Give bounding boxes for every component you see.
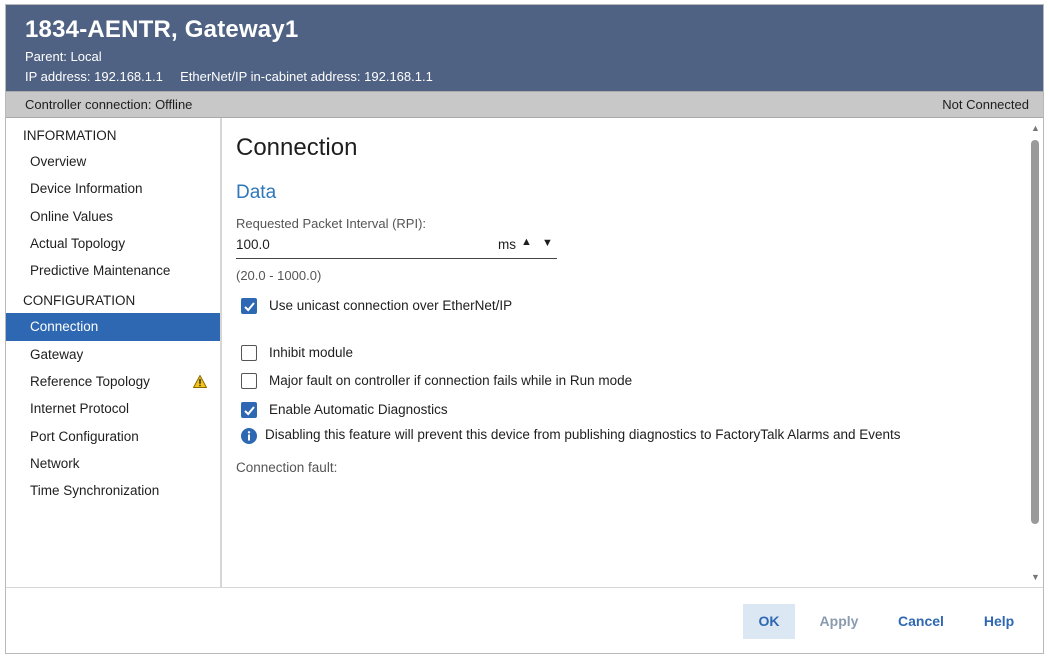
- inhibit-checkbox[interactable]: [241, 345, 257, 361]
- incab-value: 192.168.1.1: [364, 69, 433, 84]
- sidebar-item-network[interactable]: Network: [6, 450, 220, 477]
- rpi-value[interactable]: 100.0: [236, 237, 270, 252]
- incab-label: EtherNet/IP in-cabinet address:: [180, 69, 361, 84]
- auto-diagnostics-label: Enable Automatic Diagnostics: [269, 402, 448, 417]
- checkmark-icon: [244, 406, 255, 416]
- module-title: 1834-AENTR, Gateway1: [25, 16, 299, 43]
- sidebar-item-reference-topology[interactable]: Reference Topology: [6, 368, 220, 395]
- unicast-label: Use unicast connection over EtherNet/IP: [269, 298, 513, 313]
- ip-value: 192.168.1.1: [94, 69, 163, 84]
- sidebar-item-gateway[interactable]: Gateway: [6, 341, 220, 368]
- connection-fault-label: Connection fault:: [236, 460, 338, 475]
- controller-connection-status: Controller connection: Offline: [25, 97, 193, 112]
- sidebar-item-port-configuration[interactable]: Port Configuration: [6, 423, 220, 450]
- address-line: IP address: 192.168.1.1 EtherNet/IP in-c…: [25, 67, 1043, 87]
- major-fault-label: Major fault on controller if connection …: [269, 373, 633, 388]
- inhibit-label: Inhibit module: [269, 345, 354, 360]
- module-properties-window: 1834-AENTR, Gateway1 Parent: Local IP ad…: [5, 4, 1044, 654]
- parent-value: Local: [70, 49, 102, 64]
- sidebar-item-online-values[interactable]: Online Values: [6, 203, 220, 230]
- status-bar: Controller connection: Offline Not Conne…: [6, 91, 1043, 118]
- section-title: Data: [236, 182, 277, 203]
- rpi-unit: ms: [498, 237, 516, 252]
- major-fault-checkbox[interactable]: [241, 373, 257, 389]
- sidebar-item-overview[interactable]: Overview: [6, 148, 220, 175]
- rpi-range: (20.0 - 1000.0): [236, 268, 322, 283]
- scrollbar-thumb[interactable]: [1031, 140, 1039, 524]
- sidebar-item-actual-topology[interactable]: Actual Topology: [6, 230, 220, 257]
- page-title: Connection: [236, 134, 358, 161]
- cancel-button[interactable]: Cancel: [892, 604, 950, 639]
- connection-state: Not Connected: [942, 97, 1029, 112]
- sidebar-section-configuration: CONFIGURATION: [23, 293, 136, 309]
- rpi-label: Requested Packet Interval (RPI):: [236, 216, 427, 231]
- info-icon: [241, 428, 257, 444]
- apply-button[interactable]: Apply: [815, 604, 863, 639]
- sidebar-section-information: INFORMATION: [23, 128, 117, 143]
- vertical-scrollbar[interactable]: ▲ ▼: [1029, 118, 1043, 587]
- rpi-input[interactable]: 100.0 ms ▲ ▼: [236, 235, 557, 259]
- parent-label: Parent:: [25, 49, 67, 64]
- warning-icon: [193, 375, 207, 389]
- ok-button[interactable]: OK: [743, 604, 795, 639]
- sidebar-item-internet-protocol[interactable]: Internet Protocol: [6, 395, 220, 422]
- unicast-checkbox[interactable]: [241, 298, 257, 314]
- sidebar-item-device-information[interactable]: Device Information: [6, 175, 220, 202]
- checkmark-icon: [244, 302, 255, 312]
- header: 1834-AENTR, Gateway1 Parent: Local IP ad…: [6, 5, 1043, 91]
- sidebar-item-time-synchronization[interactable]: Time Synchronization: [6, 477, 220, 504]
- content-panel: Connection Data Requested Packet Interva…: [224, 118, 1029, 587]
- help-button[interactable]: Help: [976, 604, 1022, 639]
- sidebar-item-connection[interactable]: Connection: [6, 313, 220, 341]
- parent-line: Parent: Local: [25, 47, 1043, 67]
- info-text: Disabling this feature will prevent this…: [265, 427, 901, 442]
- sidebar-item-label: Reference Topology: [30, 374, 150, 390]
- sidebar-item-predictive-maintenance[interactable]: Predictive Maintenance: [6, 257, 220, 284]
- scroll-up-arrow-icon[interactable]: ▲: [1031, 123, 1040, 133]
- footer: OK Apply Cancel Help: [6, 587, 1043, 653]
- auto-diagnostics-checkbox[interactable]: [241, 402, 257, 418]
- decrement-arrow-icon[interactable]: ▼: [542, 237, 553, 249]
- increment-arrow-icon[interactable]: ▲: [521, 236, 532, 248]
- sidebar: INFORMATION Overview Device Information …: [6, 118, 222, 587]
- scroll-down-arrow-icon[interactable]: ▼: [1031, 572, 1040, 582]
- ip-label: IP address:: [25, 69, 91, 84]
